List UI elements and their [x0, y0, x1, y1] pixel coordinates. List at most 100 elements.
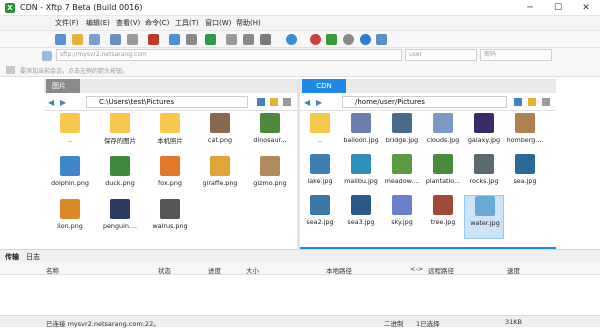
menu-edit[interactable]: 编辑(E): [86, 18, 110, 28]
new-session-icon[interactable]: [55, 34, 66, 45]
file-item[interactable]: homberg....: [505, 113, 545, 157]
menu-command[interactable]: 命令(C): [145, 18, 169, 28]
new-folder-icon[interactable]: [169, 34, 180, 45]
tab-transfers[interactable]: 传输: [5, 252, 19, 262]
file-item[interactable]: balloon.jpg: [341, 113, 381, 157]
column-size[interactable]: 大小: [246, 265, 259, 275]
left-tab-strip: 图片: [44, 79, 297, 93]
file-item[interactable]: gizmo.png: [244, 156, 296, 200]
properties-icon[interactable]: [186, 34, 197, 45]
folder-up-icon[interactable]: [528, 98, 536, 106]
file-item[interactable]: duck.png: [94, 156, 146, 200]
copy-icon[interactable]: [226, 34, 237, 45]
password-input[interactable]: 密码: [480, 49, 552, 61]
menu-view[interactable]: 查看(V): [116, 18, 140, 28]
tab-log[interactable]: 日志: [26, 252, 40, 262]
column-direction[interactable]: <->: [410, 265, 423, 273]
tab-remote-cdn[interactable]: CDN: [302, 79, 346, 93]
file-item[interactable]: fox.png: [144, 156, 196, 200]
file-item[interactable]: cat.png: [194, 113, 246, 157]
minimize-button[interactable]: ─: [516, 0, 544, 16]
globe-icon[interactable]: [286, 34, 297, 45]
status-bar: 已连接 mysvr2.netsarang.com:22。 二进制 1已选择 31…: [0, 315, 600, 328]
column-status[interactable]: 状态: [158, 265, 171, 275]
close-button[interactable]: ✕: [572, 0, 600, 16]
xshell-icon[interactable]: [310, 34, 321, 45]
column-remote-path[interactable]: 远程路径: [428, 265, 454, 275]
folder-item[interactable]: 保存的图片: [94, 113, 146, 157]
file-item[interactable]: sea3.jpg: [341, 195, 381, 239]
file-item[interactable]: lion.png: [44, 199, 96, 243]
right-path-input[interactable]: /home/user/Pictures: [342, 96, 507, 108]
folder-icon: [110, 113, 130, 133]
selection-size: 31KB: [505, 318, 522, 326]
file-item[interactable]: sea2.jpg: [300, 195, 340, 239]
file-item[interactable]: meadow....: [382, 154, 422, 198]
info-icon[interactable]: [376, 34, 387, 45]
file-item[interactable]: tree.jpg: [423, 195, 463, 239]
menu-window[interactable]: 窗口(W): [205, 18, 231, 28]
file-item[interactable]: sky.jpg: [382, 195, 422, 239]
file-item[interactable]: galaxy.jpg: [464, 113, 504, 157]
disconnect-icon[interactable]: [127, 34, 138, 45]
file-item[interactable]: giraffe.png: [194, 156, 246, 200]
column-speed[interactable]: 速度: [507, 265, 520, 275]
file-item[interactable]: malibu.jpg: [341, 154, 381, 198]
column-progress[interactable]: 进度: [208, 265, 221, 275]
forward-arrow-icon[interactable]: ▶: [316, 98, 322, 107]
file-item[interactable]: sea.jpg: [505, 154, 545, 198]
file-item[interactable]: plantatio...: [423, 154, 463, 198]
file-item[interactable]: lake.jpg: [300, 154, 340, 198]
column-name[interactable]: 名称: [46, 265, 59, 275]
back-arrow-icon[interactable]: ◀: [48, 98, 54, 107]
file-name-label: 本机照片: [157, 137, 183, 145]
file-item[interactable]: clouds.jpg: [423, 113, 463, 157]
image-thumbnail-icon: [60, 199, 80, 219]
transfer-list[interactable]: [0, 275, 600, 315]
view-mode-icon[interactable]: [283, 98, 291, 106]
settings-icon[interactable]: [343, 34, 354, 45]
transfer-icon[interactable]: [205, 34, 216, 45]
lock-icon[interactable]: [326, 34, 337, 45]
folder-item[interactable]: ..: [300, 113, 340, 157]
folder-item[interactable]: ..: [44, 113, 96, 157]
file-item[interactable]: dolphin.png: [44, 156, 96, 200]
tab-local-pictures[interactable]: 图片: [46, 79, 80, 93]
folder-icon: [160, 113, 180, 133]
refresh-icon[interactable]: [514, 98, 522, 106]
menu-tools[interactable]: 工具(T): [175, 18, 199, 28]
file-item[interactable]: penguin....: [94, 199, 146, 243]
maximize-button[interactable]: ☐: [544, 0, 572, 16]
view-icon[interactable]: [260, 34, 271, 45]
file-item[interactable]: walrus.png: [144, 199, 196, 243]
open-folder-icon[interactable]: [72, 34, 83, 45]
record-icon[interactable]: [148, 34, 159, 45]
link-icon[interactable]: [89, 34, 100, 45]
file-item[interactable]: bridge.jpg: [382, 113, 422, 157]
image-thumbnail-icon: [392, 154, 412, 174]
file-item[interactable]: dinosaur...: [244, 113, 296, 157]
menu-file[interactable]: 文件(F): [55, 18, 79, 28]
left-path-input[interactable]: C:\Users\test\Pictures: [86, 96, 248, 108]
file-name-label: ..: [67, 136, 73, 144]
view-mode-icon[interactable]: [542, 98, 550, 106]
folder-item[interactable]: 本机照片: [144, 113, 196, 157]
host-input[interactable]: sftp://mysvr2.netsarang.com: [56, 49, 402, 61]
image-thumbnail-icon: [310, 154, 330, 174]
forward-arrow-icon[interactable]: ▶: [60, 98, 66, 107]
help-icon[interactable]: [360, 34, 371, 45]
column-local-path[interactable]: 本地路径: [326, 265, 352, 275]
reconnect-icon[interactable]: [110, 34, 121, 45]
paste-icon[interactable]: [243, 34, 254, 45]
folder-up-icon[interactable]: [270, 98, 278, 106]
local-file-pane: .. 保存的图片 本机照片 cat.png dinosaur... dolphin.png…: [44, 111, 297, 249]
refresh-icon[interactable]: [257, 98, 265, 106]
back-arrow-icon[interactable]: ◀: [304, 98, 310, 107]
file-item[interactable]: rocks.jpg: [464, 154, 504, 198]
file-item[interactable]: water.jpg: [464, 195, 504, 239]
menu-help[interactable]: 帮助(H): [236, 18, 261, 28]
bookmark-icon[interactable]: [6, 66, 15, 74]
image-thumbnail-icon: [433, 113, 453, 133]
user-input[interactable]: user: [405, 49, 477, 61]
image-thumbnail-icon: [474, 113, 494, 133]
